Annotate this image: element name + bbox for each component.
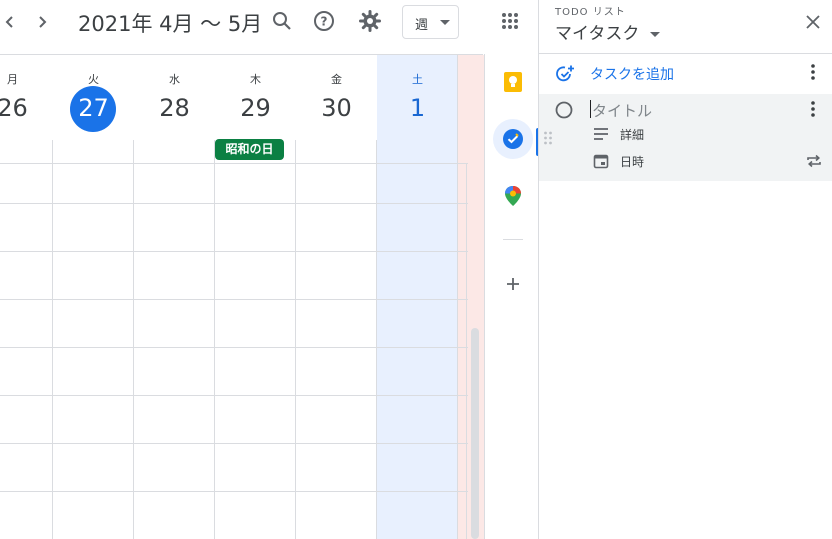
- get-addons-button[interactable]: [502, 273, 524, 295]
- keep-icon: [504, 72, 522, 92]
- add-icon: [507, 278, 519, 290]
- next-week-button[interactable]: [30, 10, 54, 34]
- hour-line: [0, 347, 468, 348]
- list-options-button[interactable]: [803, 60, 823, 84]
- prev-week-button[interactable]: [0, 10, 20, 34]
- help-icon: ?: [314, 11, 334, 31]
- view-selector[interactable]: 週: [402, 5, 459, 39]
- hour-line: [0, 203, 468, 204]
- hour-line: [0, 395, 468, 396]
- scrollbar-thumb[interactable]: [471, 328, 479, 539]
- search-button[interactable]: [269, 8, 295, 34]
- task-options-button[interactable]: [803, 98, 823, 120]
- dropdown-arrow-icon: [440, 20, 450, 25]
- maps-icon: [505, 186, 521, 206]
- day-of-week-sat: 土: [412, 73, 423, 86]
- day-number-26[interactable]: 26: [0, 94, 53, 122]
- hour-line: [0, 491, 468, 492]
- task-details-field[interactable]: 詳細: [593, 124, 713, 144]
- task-datetime-field[interactable]: 日時: [593, 151, 713, 171]
- apps-grid-button[interactable]: [497, 8, 523, 34]
- repeat-button[interactable]: [803, 150, 825, 172]
- more-vert-icon: [811, 64, 815, 80]
- details-label: 詳細: [620, 128, 645, 142]
- complete-task-checkbox[interactable]: [555, 101, 573, 119]
- repeat-icon: [807, 154, 821, 168]
- add-task-label: タスクを追加: [590, 67, 674, 83]
- all-day-divider: [0, 163, 468, 164]
- tasks-button[interactable]: [493, 119, 533, 159]
- chevron-left-icon: [5, 16, 13, 28]
- day-of-week-fri: 金: [331, 73, 342, 86]
- calendar-header: 2021年 4月 〜 5月 ? 週: [0, 0, 518, 55]
- more-vert-icon: [811, 101, 815, 117]
- list-selector[interactable]: マイタスク: [555, 19, 661, 44]
- tasks-icon: [503, 129, 523, 149]
- day-column-divider: [457, 55, 458, 539]
- day-of-week-wed: 水: [169, 73, 180, 86]
- hour-line: [0, 299, 468, 300]
- add-task-icon: [556, 65, 574, 82]
- saturday-column-highlight: [377, 55, 458, 539]
- settings-button[interactable]: [357, 8, 383, 34]
- hour-line: [0, 251, 468, 252]
- day-of-week-tue: 火: [88, 73, 99, 86]
- day-column-divider: [295, 140, 296, 539]
- drag-handle-icon[interactable]: [543, 130, 553, 146]
- sidebar-divider: [503, 239, 523, 240]
- calendar-icon: [593, 154, 609, 169]
- side-apps-bar: [484, 54, 539, 539]
- scroll-track: [466, 164, 467, 539]
- day-column-divider: [376, 140, 377, 539]
- close-icon: [806, 15, 820, 29]
- text-cursor: [590, 100, 591, 118]
- holiday-event-chip[interactable]: 昭和の日: [215, 139, 284, 160]
- panel-eyebrow: TODO リスト: [555, 7, 626, 18]
- day-number-30[interactable]: 30: [296, 94, 377, 122]
- help-button[interactable]: ?: [311, 8, 337, 34]
- day-of-week-mon: 月: [7, 73, 18, 86]
- day-of-week-thu: 木: [250, 73, 261, 86]
- list-name: マイタスク: [555, 24, 640, 44]
- chevron-right-icon: [39, 16, 47, 28]
- tasks-panel: TODO リスト マイタスク タスクを追加 タイトル 詳細 日時: [538, 0, 832, 539]
- view-selector-label: 週: [415, 18, 429, 33]
- hour-line: [0, 443, 468, 444]
- task-title-input[interactable]: タイトル: [592, 100, 652, 121]
- svg-text:?: ?: [321, 15, 328, 29]
- maps-button[interactable]: [502, 185, 524, 207]
- day-number-27[interactable]: 27: [53, 94, 134, 122]
- close-panel-button[interactable]: [801, 10, 825, 34]
- day-column-divider: [214, 140, 215, 539]
- day-column-divider: [133, 140, 134, 539]
- search-icon: [273, 12, 291, 30]
- day-number-28[interactable]: 28: [134, 94, 215, 122]
- keep-button[interactable]: [502, 71, 524, 93]
- datetime-label: 日時: [620, 155, 645, 169]
- dropdown-arrow-icon: [650, 32, 661, 37]
- add-task-button[interactable]: タスクを追加: [539, 58, 799, 88]
- apps-grid-icon: [502, 13, 518, 29]
- gear-icon: [359, 10, 381, 32]
- date-range-title: 2021年 4月 〜 5月: [78, 12, 263, 36]
- panel-header-divider: [539, 53, 832, 54]
- new-task-editor: タイトル 詳細 日時: [539, 94, 832, 181]
- day-column-divider: [52, 140, 53, 539]
- notes-icon: [594, 128, 608, 140]
- day-number-29[interactable]: 29: [215, 94, 296, 122]
- day-number-1[interactable]: 1: [377, 94, 458, 122]
